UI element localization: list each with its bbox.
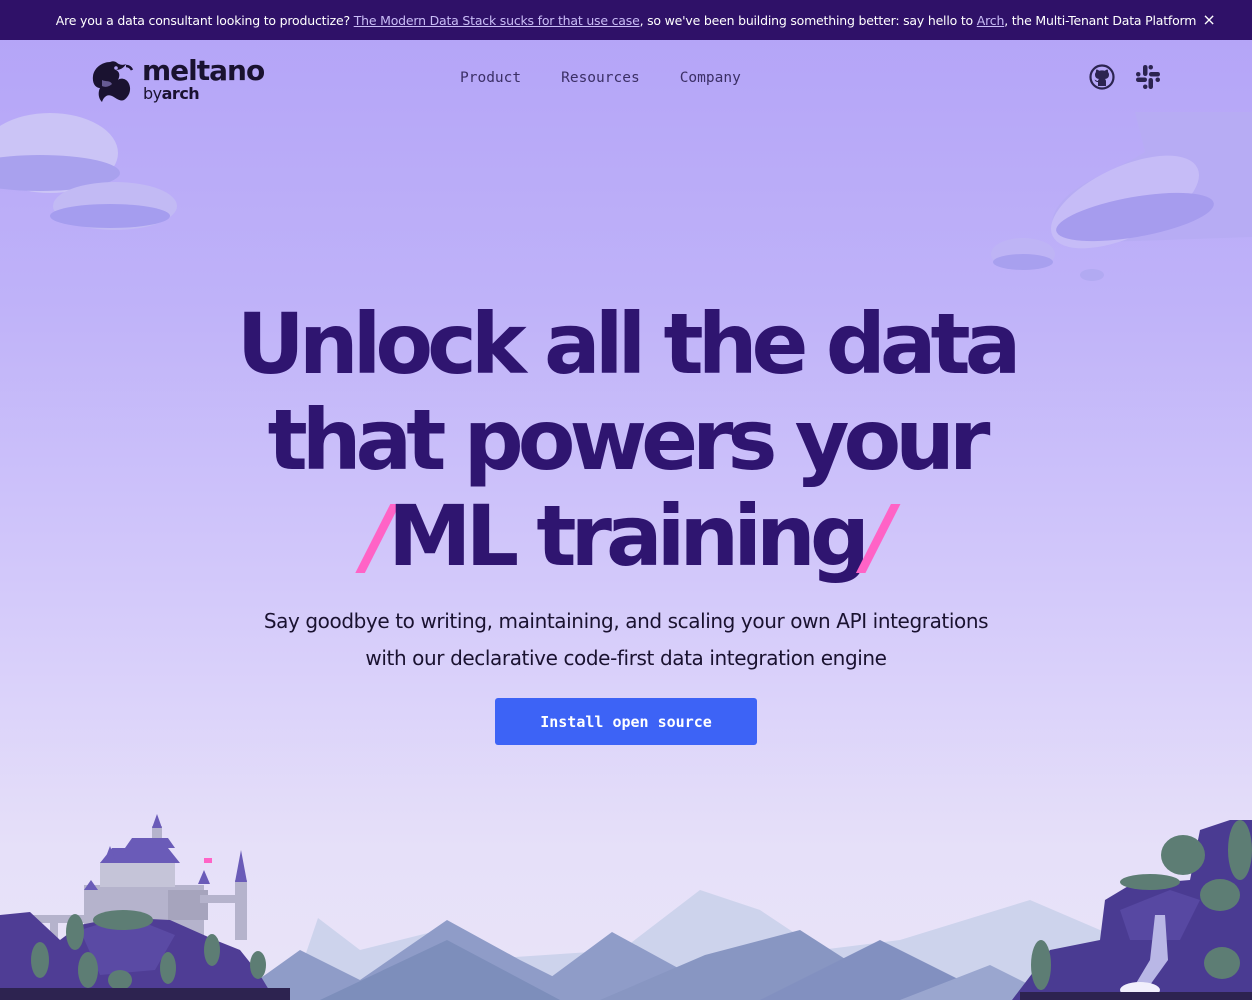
- meltano-logo[interactable]: meltano byarch: [90, 54, 280, 104]
- accent-slash-right: /: [863, 487, 895, 585]
- castle-spire-4: [198, 870, 210, 884]
- slack-link[interactable]: [1135, 64, 1161, 90]
- logo-wordmark: meltano: [142, 54, 265, 87]
- announcement-banner: Are you a data consultant looking to pro…: [0, 0, 1252, 40]
- dragon-icon: [92, 61, 134, 102]
- hero-highlight: ML training: [388, 487, 870, 585]
- banner-link-arch[interactable]: Arch: [977, 13, 1005, 28]
- hero-subtitle: Say goodbye to writing, maintaining, and…: [0, 603, 1252, 677]
- landscape-illustration: [0, 814, 1252, 1000]
- banner-middle: , so we've been building something bette…: [639, 12, 974, 28]
- castle-spire-1: [152, 814, 162, 828]
- castle-roof-top: [125, 838, 175, 848]
- hero-title-line-2: that powers your: [267, 391, 991, 489]
- hero-title-line-3: /ML training/: [0, 488, 1252, 584]
- slack-icon: [1136, 65, 1160, 89]
- nav-item-resources[interactable]: Resources: [561, 70, 640, 86]
- cloud-left-illustration: [0, 113, 177, 230]
- social-links: [1089, 64, 1161, 90]
- cloud-right-illustration: [991, 112, 1252, 281]
- hero-title: Unlock all the data that powers your /ML…: [0, 296, 1252, 584]
- banner-prefix: Are you a data consultant looking to pro…: [55, 12, 350, 28]
- banner-suffix: , the Multi-Tenant Data Platform: [1004, 12, 1197, 28]
- castle-flag: [204, 858, 212, 863]
- github-icon: [1089, 64, 1115, 90]
- nav-item-product[interactable]: Product: [460, 70, 521, 86]
- hero-subtitle-line-2: with our declarative code-first data int…: [365, 646, 887, 670]
- nav-item-company[interactable]: Company: [680, 70, 741, 86]
- install-open-source-button[interactable]: Install open source: [495, 698, 757, 745]
- logo-sub-by: by: [143, 84, 162, 103]
- close-icon[interactable]: ×: [1200, 10, 1218, 30]
- banner-text: Are you a data consultant looking to pro…: [56, 13, 1197, 28]
- logo-sub-arch: arch: [161, 84, 200, 103]
- banner-link-modern-data-stack[interactable]: The Modern Data Stack sucks for that use…: [354, 13, 640, 28]
- nav-menu: Product Resources Company: [460, 70, 741, 86]
- castle-spire-2: [235, 850, 247, 882]
- accent-slash-left: /: [363, 487, 394, 585]
- logo-subtitle: byarch: [143, 84, 200, 103]
- hero-title-line-1: Unlock all the data: [236, 295, 1022, 393]
- hero-subtitle-line-1: Say goodbye to writing, maintaining, and…: [263, 609, 989, 633]
- github-link[interactable]: [1089, 64, 1115, 90]
